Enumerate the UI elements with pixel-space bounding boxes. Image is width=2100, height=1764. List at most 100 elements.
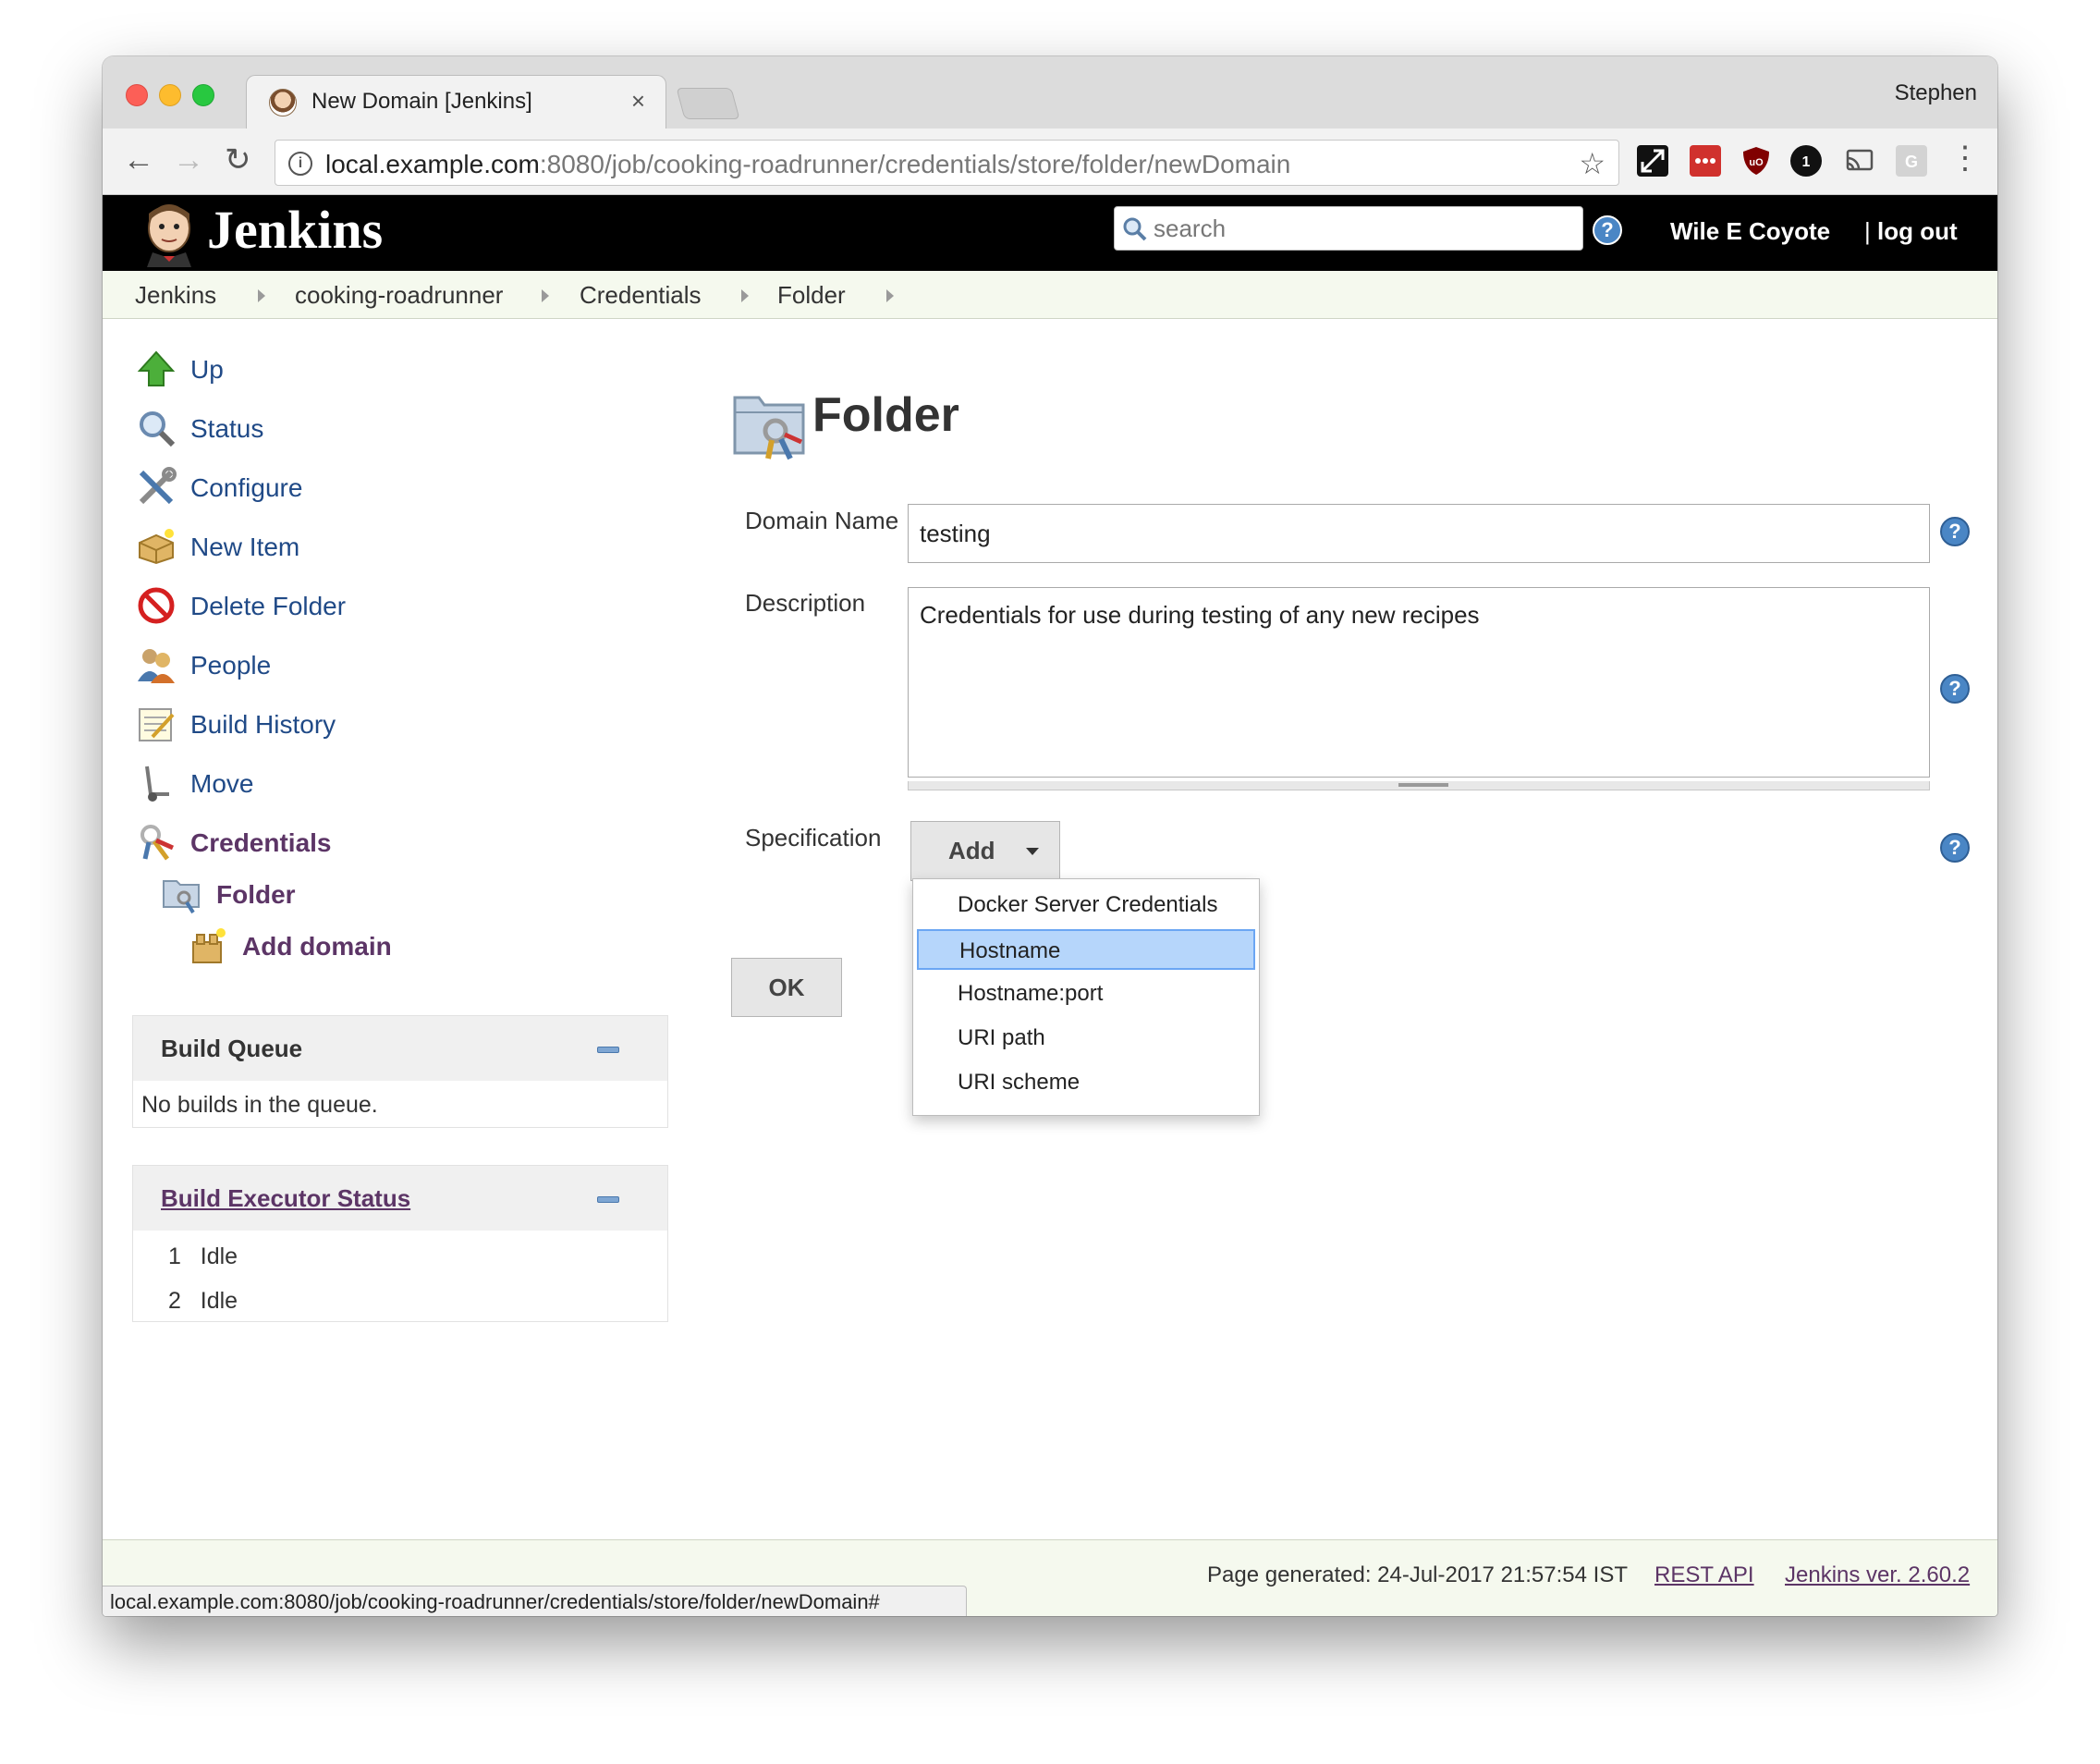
svg-text:G: G	[1905, 153, 1918, 171]
sidebar-item-credentials[interactable]: Credentials	[190, 828, 332, 858]
svg-text:1: 1	[1802, 154, 1811, 170]
logout-separator: |	[1864, 217, 1871, 245]
description-textarea[interactable]: Credentials for use during testing of an…	[908, 587, 1930, 778]
sidebar-item-configure[interactable]: Configure	[190, 473, 302, 503]
extension-lastpass-icon[interactable]	[1690, 145, 1721, 177]
close-window-button[interactable]	[126, 84, 148, 106]
extension-1password-icon[interactable]: 1	[1790, 145, 1822, 177]
breadcrumb-arrow-icon[interactable]	[886, 289, 894, 302]
jenkins-version-link[interactable]: Jenkins ver. 2.60.2	[1785, 1562, 1970, 1588]
executor-row: 2 Idle	[133, 1279, 667, 1323]
extension-ublock-icon[interactable]: uO	[1740, 145, 1772, 177]
breadcrumb-arrow-icon[interactable]	[258, 289, 265, 302]
ok-button[interactable]: OK	[731, 958, 842, 1017]
domain-name-input[interactable]	[908, 504, 1930, 563]
extension-grammarly-icon[interactable]: G	[1896, 145, 1927, 177]
breadcrumb-arrow-icon[interactable]	[741, 289, 749, 302]
tab-close-icon[interactable]: ×	[631, 87, 645, 116]
sidebar-item-new-item[interactable]: New Item	[190, 533, 299, 562]
description-label: Description	[745, 589, 866, 617]
executor-number: 2	[168, 1288, 181, 1314]
browser-titlebar: New Domain [Jenkins] × Stephen	[103, 56, 1997, 130]
sidebar-item-add-domain[interactable]: Add domain	[242, 932, 392, 962]
site-info-icon[interactable]: i	[288, 152, 312, 176]
page-title: Folder	[812, 388, 959, 442]
new-tab-button[interactable]	[676, 88, 740, 119]
maximize-window-button[interactable]	[192, 84, 214, 106]
search-icon	[1123, 217, 1147, 241]
menu-item-uri-path[interactable]: URI path	[917, 1018, 1255, 1059]
executor-row: 1 Idle	[133, 1234, 667, 1279]
sidebar-item-move[interactable]: Move	[190, 769, 253, 799]
back-arrow-icon[interactable]: ←	[123, 141, 154, 178]
browser-tab[interactable]: New Domain [Jenkins] ×	[246, 75, 666, 130]
profile-name[interactable]: Stephen	[1895, 80, 1977, 106]
chrome-menu-icon[interactable]: ⋮	[1949, 140, 1981, 177]
executor-number: 1	[168, 1243, 181, 1269]
people-icon	[138, 649, 175, 683]
minimize-window-button[interactable]	[159, 84, 181, 106]
domain-name-help-icon[interactable]: ?	[1940, 517, 1970, 546]
executor-status: Idle	[200, 1243, 238, 1269]
menu-item-uri-scheme[interactable]: URI scheme	[917, 1062, 1255, 1103]
sidebar-item-folder[interactable]: Folder	[216, 880, 296, 910]
menu-item-hostname[interactable]: Hostname	[917, 929, 1255, 970]
tools-icon	[139, 467, 177, 505]
user-link[interactable]: Wile E Coyote	[1670, 217, 1830, 246]
reload-icon[interactable]: ↻	[225, 141, 251, 178]
sidebar-item-status[interactable]: Status	[190, 414, 263, 444]
sidebar-item-people[interactable]: People	[190, 651, 271, 680]
url-text: local.example.com:8080/job/cooking-roadr…	[325, 150, 1291, 178]
search-box	[1114, 206, 1583, 251]
browser-window: New Domain [Jenkins] × Stephen ← → ↻ i l…	[103, 56, 1997, 1616]
jenkins-logo-text[interactable]: Jenkins	[207, 199, 383, 261]
sidebar-item-delete-folder[interactable]: Delete Folder	[190, 592, 346, 621]
search-input[interactable]	[1154, 207, 1569, 250]
cast-icon[interactable]	[1844, 145, 1875, 177]
new-package-icon	[139, 529, 174, 565]
menu-item-docker-server-credentials[interactable]: Docker Server Credentials	[917, 885, 1255, 925]
extension-expand-icon[interactable]	[1637, 145, 1668, 177]
collapse-minus-icon[interactable]	[597, 1196, 619, 1203]
search-help-icon[interactable]: ?	[1593, 215, 1622, 245]
collapse-minus-icon[interactable]	[597, 1047, 619, 1053]
svg-text:uO: uO	[1749, 157, 1764, 168]
add-specification-button[interactable]: Add	[910, 821, 1060, 881]
bookmark-star-icon[interactable]: ☆	[1579, 146, 1606, 181]
notepad-icon	[139, 708, 175, 741]
jenkins-header: Jenkins ? Wile E Coyote | log out	[103, 195, 1997, 271]
description-help-icon[interactable]: ?	[1940, 674, 1970, 704]
no-entry-icon	[138, 587, 175, 624]
sidebar-item-up[interactable]: Up	[190, 355, 224, 385]
tab-title: New Domain [Jenkins]	[311, 89, 532, 114]
forward-arrow-icon[interactable]: →	[173, 141, 204, 178]
hand-truck-icon	[145, 766, 169, 802]
breadcrumb: Jenkins cooking-roadrunner Credentials F…	[103, 271, 1997, 319]
address-bar[interactable]: i local.example.com:8080/job/cooking-roa…	[275, 140, 1619, 186]
browser-status-bar: local.example.com:8080/job/cooking-roadr…	[103, 1586, 967, 1616]
browser-toolbar: ← → ↻ i local.example.com:8080/job/cooki…	[103, 129, 1997, 195]
dropdown-caret-icon	[1026, 848, 1039, 855]
build-executor-title-link[interactable]: Build Executor Status	[161, 1184, 410, 1213]
textarea-resize-handle[interactable]	[908, 781, 1930, 790]
specification-help-icon[interactable]: ?	[1940, 833, 1970, 863]
breadcrumb-folder[interactable]: Folder	[777, 281, 846, 310]
breadcrumb-jenkins[interactable]: Jenkins	[135, 281, 216, 310]
menu-item-hostname-port[interactable]: Hostname:port	[917, 974, 1255, 1014]
folder-keys-icon	[163, 880, 200, 914]
breadcrumb-arrow-icon[interactable]	[542, 289, 549, 302]
page-generated-text: Page generated: 24-Jul-2017 21:57:54 IST	[1207, 1562, 1628, 1587]
up-arrow-icon	[137, 350, 176, 386]
logout-link[interactable]: log out	[1877, 217, 1958, 246]
domain-name-label: Domain Name	[745, 507, 899, 534]
specification-label: Specification	[745, 824, 882, 851]
breadcrumb-cooking-roadrunner[interactable]: cooking-roadrunner	[295, 281, 503, 310]
executor-status: Idle	[200, 1288, 238, 1314]
sidebar-item-build-history[interactable]: Build History	[190, 710, 336, 740]
jenkins-butler-icon[interactable]	[140, 201, 199, 267]
add-domain-icon	[192, 928, 226, 963]
breadcrumb-credentials[interactable]: Credentials	[580, 281, 702, 310]
specification-dropdown-menu: Docker Server Credentials Hostname Hostn…	[912, 878, 1260, 1116]
jenkins-favicon-icon	[269, 89, 297, 116]
rest-api-link[interactable]: REST API	[1654, 1562, 1754, 1588]
